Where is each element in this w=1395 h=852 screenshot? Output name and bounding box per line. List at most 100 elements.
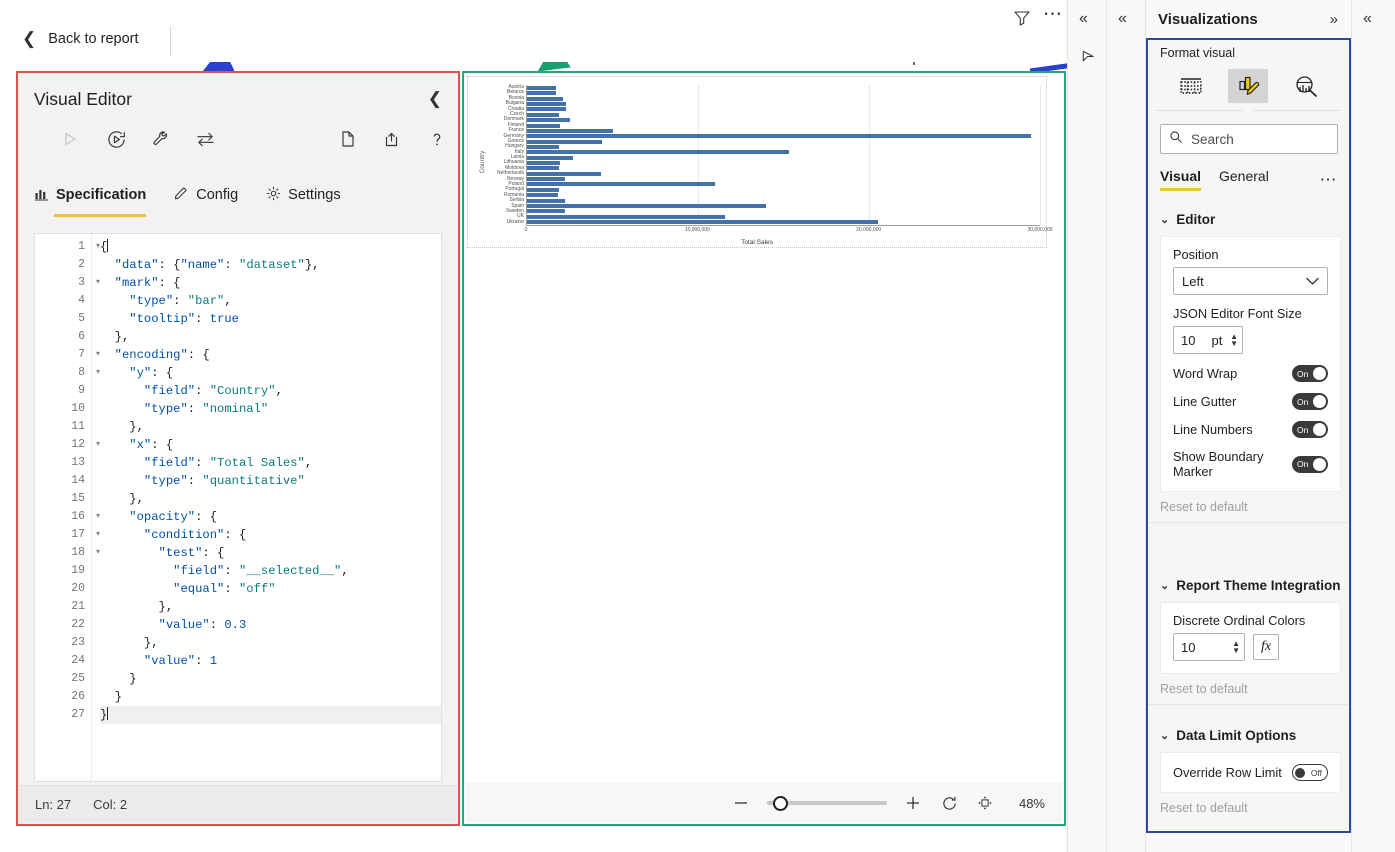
help-button[interactable]: [423, 125, 451, 153]
tab-visual[interactable]: Visual: [1160, 168, 1201, 191]
fx-button[interactable]: fx: [1253, 634, 1279, 660]
reset-editor-link[interactable]: Reset to default: [1148, 492, 1349, 522]
bar[interactable]: [527, 102, 567, 107]
code-line: "data": {"name": "dataset"},: [114, 258, 320, 272]
bar[interactable]: [527, 161, 561, 166]
bar[interactable]: [527, 128, 613, 133]
tab-settings[interactable]: Settings: [266, 181, 341, 217]
filter-icon[interactable]: [1012, 8, 1032, 33]
override-row-limit-toggle[interactable]: Off: [1292, 764, 1328, 781]
bar[interactable]: [527, 144, 560, 149]
analytics-icon[interactable]: [1286, 69, 1326, 103]
x-axis-title: Total Sales: [741, 239, 773, 246]
bar[interactable]: [527, 118, 570, 123]
line-gutter-toggle[interactable]: On: [1292, 393, 1328, 410]
export-button[interactable]: [378, 125, 406, 153]
zoom-slider[interactable]: [767, 795, 887, 811]
line-gutter-row: Line Gutter On: [1173, 393, 1328, 410]
fold-toggle-icon[interactable]: ▾: [90, 346, 100, 364]
bar[interactable]: [527, 203, 767, 208]
bar[interactable]: [527, 112, 560, 117]
bar[interactable]: [527, 166, 560, 171]
expand-visualizations-icon[interactable]: »: [1330, 11, 1338, 28]
bar[interactable]: [527, 193, 558, 198]
bar[interactable]: [527, 187, 560, 192]
json-editor[interactable]: 1 ▾ 2 3 ▾ 4 5 6 7 ▾ 8 ▾ 9 10 11 12 ▾ 13 14 15 16 ▾ 17 ▾ 18 ▾ 19 20 2…: [34, 233, 442, 782]
search-input[interactable]: Search: [1160, 124, 1338, 154]
bar[interactable]: [527, 139, 603, 144]
properties-tabs-more-icon[interactable]: ⋯: [1320, 171, 1339, 188]
stepper-arrows-icon[interactable]: ▲ ▼: [1230, 333, 1238, 348]
fold-toggle-icon[interactable]: ▾: [90, 508, 100, 526]
line-number: 18 ▾: [35, 544, 100, 562]
collapse-editor-icon[interactable]: ❮: [428, 89, 442, 109]
discrete-ordinal-colors-stepper[interactable]: 10 ▲ ▼: [1173, 633, 1245, 661]
bar[interactable]: [527, 107, 567, 112]
bar-series: [527, 85, 1040, 225]
fields-rail[interactable]: « Fields: [1351, 0, 1395, 852]
section-editor: ⌄ Editor Position Left JSON Editor Font …: [1148, 206, 1349, 523]
code-content[interactable]: { "data": {"name": "dataset"}, "mark": {…: [92, 234, 441, 781]
line-number: 13: [71, 456, 85, 469]
bar[interactable]: [527, 123, 561, 128]
fold-toggle-icon[interactable]: ▾: [90, 436, 100, 454]
auto-apply-button[interactable]: [102, 125, 130, 153]
selection-rail[interactable]: « Selection: [1106, 0, 1164, 852]
section-report-theme-header[interactable]: ⌄ Report Theme Integration: [1148, 572, 1349, 598]
section-data-limit-header[interactable]: ⌄ Data Limit Options: [1148, 722, 1349, 748]
zoom-out-button[interactable]: [731, 793, 751, 813]
expand-filters-icon[interactable]: «: [1079, 10, 1088, 28]
bar[interactable]: [527, 214, 726, 219]
build-visual-icon[interactable]: [1171, 69, 1211, 103]
bar[interactable]: [527, 198, 565, 203]
bar[interactable]: [527, 209, 565, 214]
bar[interactable]: [527, 177, 565, 182]
line-numbers-toggle[interactable]: On: [1292, 421, 1328, 438]
visual-container[interactable]: Country Austria Belarus Bosnia Bulgaria Croa…: [467, 76, 1053, 248]
boundary-marker-toggle[interactable]: On: [1292, 455, 1328, 473]
stepper-arrows-icon[interactable]: ▲ ▼: [1232, 640, 1240, 655]
expand-selection-icon[interactable]: «: [1118, 10, 1127, 28]
reset-zoom-button[interactable]: [939, 793, 959, 813]
format-visual-icon[interactable]: [1228, 69, 1269, 103]
bar[interactable]: [527, 171, 601, 176]
tab-specification[interactable]: Specification: [34, 181, 147, 217]
tab-general[interactable]: General: [1219, 168, 1269, 191]
fold-toggle-icon[interactable]: ▾: [90, 274, 100, 292]
fold-toggle-icon[interactable]: ▾: [90, 238, 100, 256]
format-visual-label: Format visual: [1160, 46, 1236, 60]
bar[interactable]: [527, 182, 716, 187]
new-specification-button[interactable]: [334, 125, 362, 153]
tab-config[interactable]: Config: [174, 181, 238, 217]
code-line: "x": {: [129, 438, 174, 452]
more-options-icon[interactable]: ⋯: [1043, 5, 1063, 24]
line-gutter-label: Line Gutter: [1173, 394, 1237, 409]
reset-data-limit-link[interactable]: Reset to default: [1148, 793, 1349, 823]
bar[interactable]: [527, 155, 574, 160]
bar[interactable]: [527, 86, 557, 90]
section-editor-header[interactable]: ⌄ Editor: [1148, 206, 1349, 232]
fold-toggle-icon[interactable]: ▾: [90, 526, 100, 544]
map-fields-button[interactable]: [191, 125, 219, 153]
word-wrap-toggle[interactable]: On: [1292, 365, 1328, 382]
zoom-slider-thumb[interactable]: [773, 795, 788, 811]
position-dropdown[interactable]: Left: [1173, 267, 1328, 295]
filters-rail[interactable]: « Filters: [1067, 0, 1127, 852]
back-to-report-button[interactable]: ❮ Back to report: [22, 30, 139, 47]
fold-toggle-icon[interactable]: ▾: [90, 364, 100, 382]
reset-report-theme-link[interactable]: Reset to default: [1148, 674, 1349, 704]
run-button[interactable]: [56, 125, 84, 153]
bar[interactable]: [527, 134, 1032, 139]
bar[interactable]: [527, 150, 789, 155]
fit-to-page-button[interactable]: [975, 793, 995, 813]
zoom-in-button[interactable]: [903, 793, 923, 813]
line-number: 9: [78, 384, 85, 397]
bar[interactable]: [527, 219, 878, 224]
bar[interactable]: [527, 96, 563, 101]
json-font-size-stepper[interactable]: 10 pt ▲ ▼: [1173, 326, 1243, 354]
repair-button[interactable]: [147, 125, 175, 153]
expand-fields-icon[interactable]: «: [1363, 10, 1372, 28]
line-number: 16 ▾: [35, 508, 100, 526]
fold-toggle-icon[interactable]: ▾: [90, 544, 100, 562]
bar[interactable]: [527, 91, 557, 96]
